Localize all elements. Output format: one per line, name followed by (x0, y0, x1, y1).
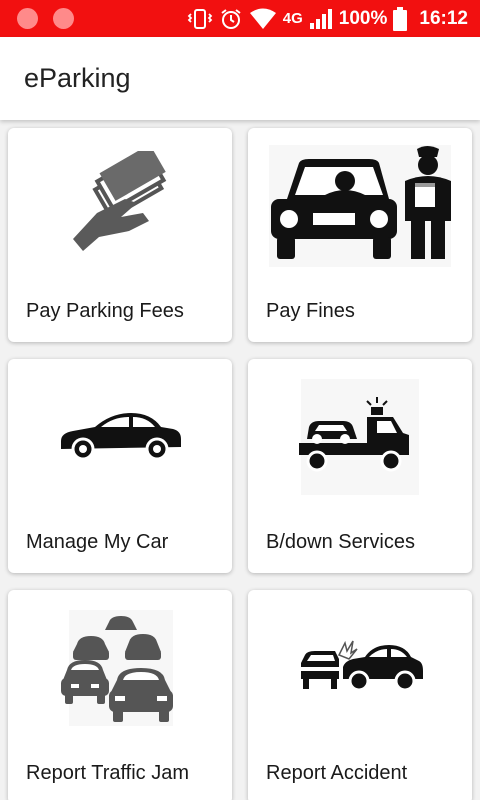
tile-report-accident[interactable]: Report Accident (248, 590, 472, 800)
alarm-icon (221, 8, 241, 29)
tile-manage-my-car[interactable]: Manage My Car (8, 359, 232, 573)
menu-grid: Pay Parking Fees Pay Fines Manage My Car… (0, 120, 480, 800)
tile-label: B/down Services (266, 531, 415, 553)
notification-dot-icon (53, 8, 74, 29)
clock: 16:12 (419, 7, 468, 29)
tile-pay-parking-fees[interactable]: Pay Parking Fees (8, 128, 232, 342)
tow-truck-icon (248, 371, 472, 503)
battery-percent: 100% (338, 7, 388, 29)
tile-report-traffic-jam[interactable]: Report Traffic Jam (8, 590, 232, 800)
tile-label: Manage My Car (26, 531, 169, 553)
app-title: eParking (24, 63, 131, 93)
tile-label: Report Accident (266, 762, 408, 784)
tile-label: Pay Fines (266, 300, 355, 322)
notification-dot-icon (17, 8, 38, 29)
car-collision-icon (248, 602, 472, 734)
tile-pay-fines[interactable]: Pay Fines (248, 128, 472, 342)
hand-holding-cash-icon (8, 140, 232, 272)
status-icons: 4G 100% 16:12 (187, 0, 468, 37)
signal-icon (309, 8, 332, 29)
app-bar: eParking (0, 37, 480, 120)
sedan-car-icon (8, 371, 232, 503)
tile-label: Pay Parking Fees (26, 300, 184, 322)
wifi-icon (249, 8, 276, 29)
battery-icon (393, 6, 408, 31)
status-bar: 4G 100% 16:12 (0, 0, 480, 37)
network-type: 4G (282, 10, 303, 27)
tile-label: Report Traffic Jam (26, 762, 190, 784)
police-officer-car-icon (248, 140, 472, 272)
traffic-jam-icon (8, 602, 232, 734)
vibrate-icon (187, 8, 213, 29)
tile-breakdown-services[interactable]: B/down Services (248, 359, 472, 573)
